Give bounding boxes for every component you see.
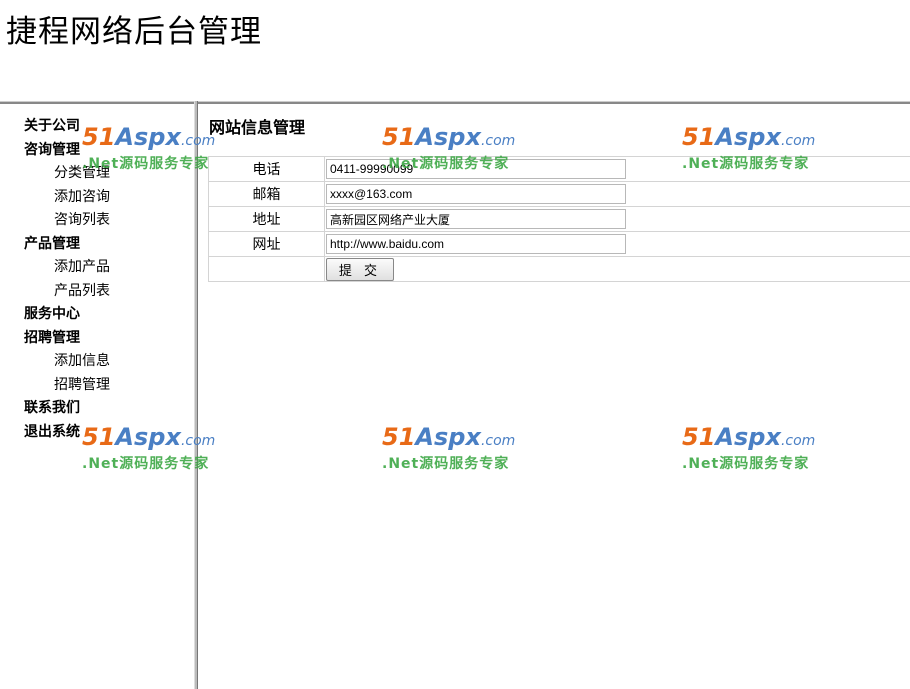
sidebar-item-product-list[interactable]: 产品列表 — [24, 280, 184, 304]
sidebar-item-recruit-management-sub[interactable]: 招聘管理 — [24, 374, 184, 398]
sidebar-item-product-management[interactable]: 产品管理 — [24, 233, 184, 257]
form-row-submit: 提 交 — [208, 256, 910, 282]
sidebar-item-consult-list[interactable]: 咨询列表 — [24, 209, 184, 233]
watermark: 51Aspx.com .Net源码服务专家 — [682, 423, 832, 483]
watermark-logo: 51Aspx.com — [682, 423, 816, 451]
form-row-email: 邮箱 — [208, 181, 910, 207]
sidebar-item-recruit-management[interactable]: 招聘管理 — [24, 327, 184, 351]
watermark-logo: 51Aspx.com — [382, 123, 516, 151]
sidebar-nav: 关于公司 咨询管理 分类管理 添加咨询 咨询列表 产品管理 添加产品 产品列表 … — [24, 115, 184, 444]
address-label: 地址 — [208, 206, 325, 232]
form-row-phone: 电话 — [208, 156, 910, 182]
address-input[interactable] — [326, 209, 626, 229]
sidebar-item-contact-us[interactable]: 联系我们 — [24, 397, 184, 421]
frame-top-border — [0, 101, 910, 104]
section-title: 网站信息管理 — [209, 118, 306, 137]
sidebar-item-category-management[interactable]: 分类管理 — [24, 162, 184, 186]
submit-button[interactable]: 提 交 — [326, 257, 394, 281]
watermark-tagline: .Net源码服务专家 — [82, 456, 210, 472]
email-label: 邮箱 — [208, 181, 325, 207]
page-title: 捷程网络后台管理 — [6, 14, 262, 50]
site-info-form: 电话 邮箱 地址 网址 提 交 — [208, 156, 910, 282]
watermark-tagline: .Net源码服务专家 — [382, 456, 510, 472]
sidebar-item-about-company[interactable]: 关于公司 — [24, 115, 184, 139]
watermark: 51Aspx.com .Net源码服务专家 — [382, 423, 532, 483]
watermark-logo: 51Aspx.com — [382, 423, 516, 451]
watermark-logo: 51Aspx.com — [682, 123, 816, 151]
watermark-tagline: .Net源码服务专家 — [682, 456, 810, 472]
frame-divider[interactable] — [194, 101, 198, 689]
form-row-website: 网址 — [208, 231, 910, 257]
phone-label: 电话 — [208, 156, 325, 182]
sidebar-item-service-center[interactable]: 服务中心 — [24, 303, 184, 327]
website-input[interactable] — [326, 234, 626, 254]
form-row-address: 地址 — [208, 206, 910, 232]
sidebar-item-consult-management[interactable]: 咨询管理 — [24, 139, 184, 163]
sidebar-item-add-info[interactable]: 添加信息 — [24, 350, 184, 374]
email-input[interactable] — [326, 184, 626, 204]
phone-input[interactable] — [326, 159, 626, 179]
website-label: 网址 — [208, 231, 325, 257]
sidebar-item-add-product[interactable]: 添加产品 — [24, 256, 184, 280]
sidebar-item-logout[interactable]: 退出系统 — [24, 421, 184, 445]
sidebar-item-add-consult[interactable]: 添加咨询 — [24, 186, 184, 210]
